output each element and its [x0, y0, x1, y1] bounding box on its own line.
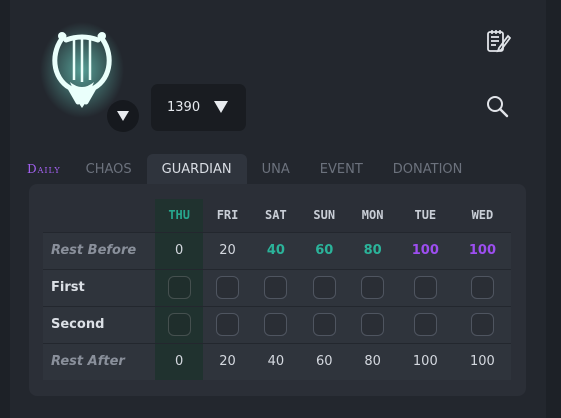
triangle-down-icon [214, 101, 228, 113]
rest-after-tue: 100 [396, 342, 454, 380]
cell-second-thu [155, 305, 204, 343]
rest-before-mon: 80 [348, 231, 397, 269]
rest-table: THU FRI SAT SUN MON TUE WED Rest Before … [43, 199, 511, 380]
cell-first-mon [348, 268, 397, 306]
tab-event[interactable]: EVENT [305, 154, 378, 184]
rest-before-tue: 100 [396, 231, 454, 269]
checkbox-first-sun[interactable] [312, 276, 336, 299]
rest-after-wed: 100 [453, 342, 511, 380]
triangle-down-icon [117, 111, 129, 121]
cell-first-wed [453, 268, 511, 306]
tab-bar: Daily CHAOS GUARDIAN UNA EVENT DONATION [22, 154, 477, 184]
rest-before-wed: 100 [453, 231, 511, 269]
column-header-fri: FRI [216, 208, 239, 223]
checkbox-first-sat[interactable] [264, 276, 288, 299]
cell-first-thu [155, 268, 204, 306]
rest-after-mon: 80 [348, 342, 397, 380]
column-header-wed: WED [471, 208, 494, 223]
checkbox-second-wed[interactable] [470, 313, 494, 336]
rest-before-sun: 60 [300, 231, 349, 269]
cell-first-sat [251, 268, 301, 306]
cell-first-sun [300, 268, 349, 306]
search-icon[interactable] [486, 95, 510, 119]
cell-second-sun [300, 305, 349, 343]
cell-second-sat [251, 305, 301, 343]
checkbox-first-mon[interactable] [361, 276, 385, 299]
column-header-mon: MON [361, 208, 384, 223]
tab-chaos[interactable]: CHAOS [71, 154, 147, 184]
row-label-second: Second [43, 305, 155, 343]
tab-una[interactable]: UNA [247, 154, 305, 184]
tab-daily[interactable]: Daily [22, 154, 71, 184]
rest-before-thu: 0 [155, 231, 204, 269]
cell-first-fri [203, 268, 252, 306]
row-label-rest-before: Rest Before [43, 231, 155, 269]
checkbox-second-thu[interactable] [167, 313, 191, 336]
checkbox-second-sat[interactable] [264, 313, 288, 336]
cell-first-tue [396, 268, 454, 306]
level-select[interactable]: 1390 [151, 84, 246, 131]
cell-second-mon [348, 305, 397, 343]
rest-after-thu: 0 [155, 342, 204, 380]
column-header-empty [43, 199, 155, 232]
row-label-first: First [43, 268, 155, 306]
level-value: 1390 [167, 100, 201, 115]
rest-after-fri: 20 [203, 342, 252, 380]
checkbox-first-wed[interactable] [470, 276, 494, 299]
table-row-second: Second [43, 305, 511, 343]
notes-edit-icon[interactable] [485, 28, 511, 54]
checkbox-second-mon[interactable] [361, 313, 385, 336]
guardian-card: THU FRI SAT SUN MON TUE WED Rest Before … [29, 184, 526, 396]
table-header-row: THU FRI SAT SUN MON TUE WED [43, 199, 511, 232]
checkbox-second-sun[interactable] [312, 313, 336, 336]
checkbox-second-tue[interactable] [413, 313, 437, 336]
rest-before-sat: 40 [251, 231, 301, 269]
column-header-thu: THU [155, 199, 204, 232]
table-row-first: First [43, 268, 511, 306]
column-header-sat: SAT [265, 208, 287, 223]
column-header-tue: TUE [414, 208, 437, 223]
cell-second-tue [396, 305, 454, 343]
rest-after-sun: 60 [300, 342, 349, 380]
table-row-rest-before: Rest Before 0 20 40 60 80 100 100 [43, 231, 511, 269]
table-row-rest-after: Rest After 0 20 40 60 80 100 100 [43, 342, 511, 380]
rest-before-fri: 20 [203, 231, 252, 269]
checkbox-first-fri[interactable] [216, 276, 240, 299]
rest-after-sat: 40 [251, 342, 301, 380]
cell-second-fri [203, 305, 252, 343]
row-label-rest-after: Rest After [43, 342, 155, 380]
column-header-sun: SUN [313, 208, 336, 223]
cell-second-wed [453, 305, 511, 343]
tab-guardian[interactable]: GUARDIAN [146, 154, 247, 184]
checkbox-first-tue[interactable] [413, 276, 437, 299]
tab-donation[interactable]: DONATION [378, 154, 478, 184]
class-dropdown-button[interactable] [107, 100, 139, 132]
checkbox-second-fri[interactable] [216, 313, 240, 336]
checkbox-first-thu[interactable] [167, 276, 191, 299]
